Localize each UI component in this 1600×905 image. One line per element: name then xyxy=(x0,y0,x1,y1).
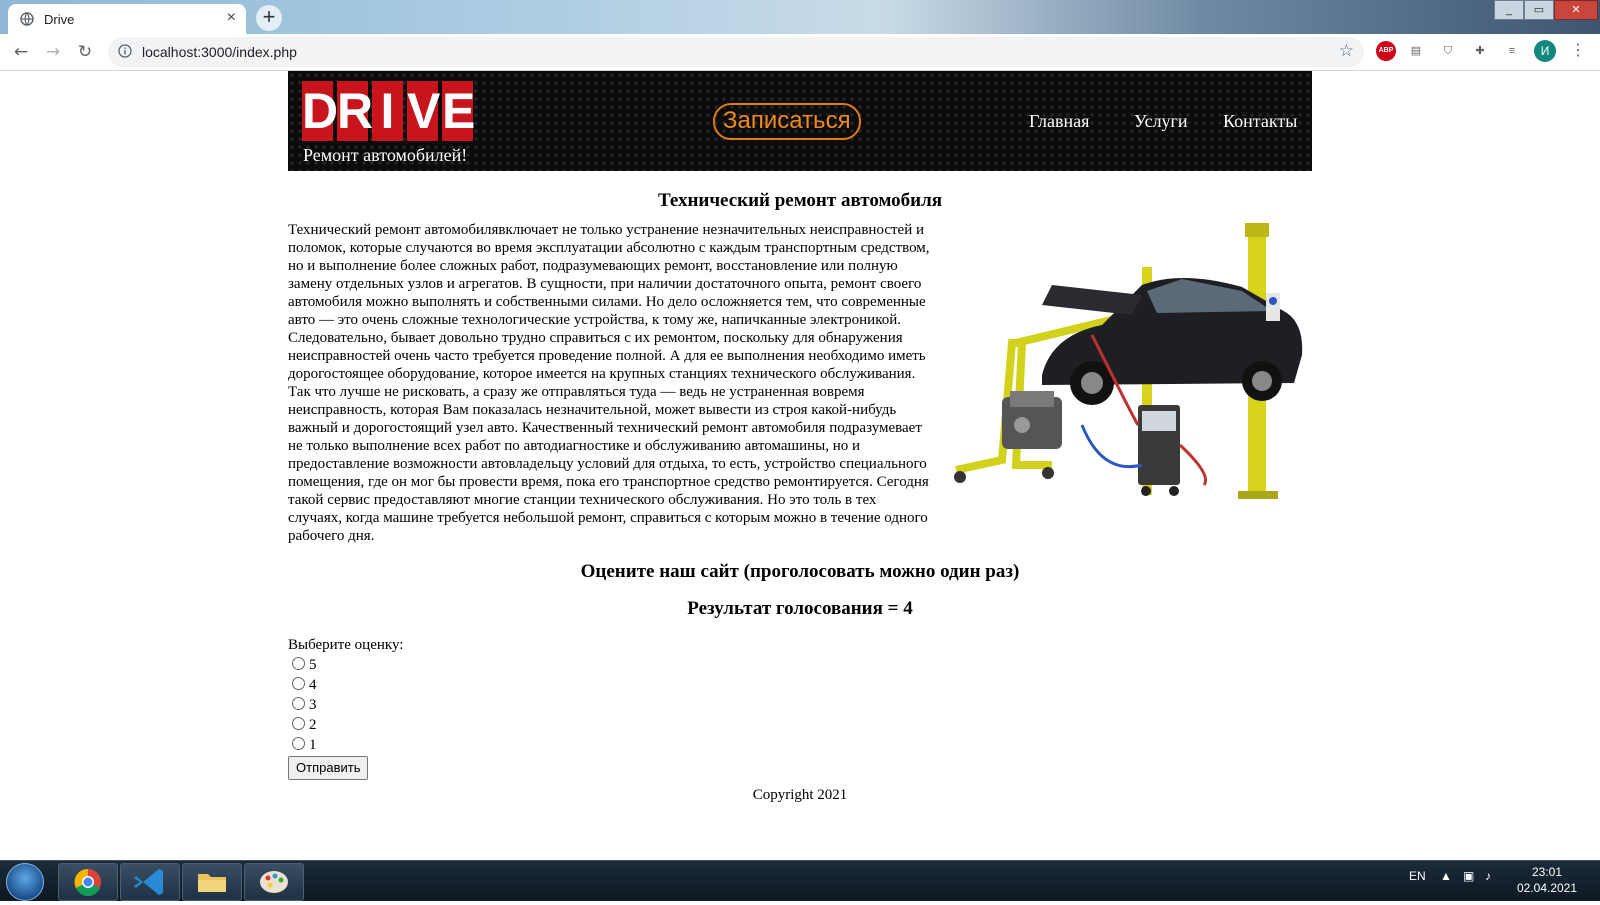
adblock-extension-icon[interactable]: ABP xyxy=(1376,41,1396,61)
rating-option-label: 5 xyxy=(309,657,317,673)
puzzle-extensions-icon[interactable]: ✚ xyxy=(1470,41,1490,61)
vote-result: Результат голосования = 4 xyxy=(687,598,913,619)
volume-icon[interactable]: ♪ xyxy=(1485,869,1491,883)
vscode-icon xyxy=(134,869,163,895)
rating-option: 1 xyxy=(288,735,1312,755)
reading-list-icon[interactable]: ≡ xyxy=(1502,41,1522,61)
folder-icon xyxy=(198,874,226,892)
rating-option: 2 xyxy=(288,715,1312,735)
language-indicator[interactable]: EN xyxy=(1409,869,1426,883)
rating-option: 5 xyxy=(288,655,1312,675)
page-container: DR I VE Ремонт автомобилей! Записаться Гла… xyxy=(288,71,1312,804)
more-menu-icon[interactable]: ⋮ xyxy=(1568,41,1588,61)
back-arrow-icon[interactable]: ← xyxy=(10,41,32,63)
rating-radio[interactable] xyxy=(292,717,305,730)
article-text: Технический ремонт автомобилявключает не… xyxy=(288,222,930,544)
os-taskbar: EN ▲ ▣ ♪ 23:01 02.04.2021 xyxy=(0,860,1600,901)
close-window-button[interactable]: ✕ xyxy=(1554,0,1598,20)
paint-taskbar-icon[interactable] xyxy=(244,863,304,901)
submit-vote-button[interactable]: Отправить xyxy=(288,756,369,780)
tab-title: Drive xyxy=(44,12,75,27)
browser-tab[interactable]: Drive × xyxy=(8,4,246,34)
logo-letter: V xyxy=(407,81,441,141)
footer-copyright: Copyright 2021 xyxy=(752,787,848,803)
rating-radio[interactable] xyxy=(292,657,305,670)
tray-expand-icon[interactable]: ▲ xyxy=(1440,869,1452,883)
network-icon[interactable]: ▣ xyxy=(1463,869,1474,883)
car-repair-image xyxy=(954,223,1303,499)
rating-option: 3 xyxy=(288,695,1312,715)
clock-time: 23:01 xyxy=(1531,865,1563,879)
nav-link-contacts[interactable]: Контакты xyxy=(1223,111,1297,132)
site-logo[interactable]: DR I VE xyxy=(302,81,477,141)
logo-letter: E xyxy=(442,81,476,141)
page-title: Технический ремонт автомобиля xyxy=(657,190,943,211)
nav-link-services[interactable]: Услуги xyxy=(1134,111,1188,132)
chrome-taskbar-icon[interactable] xyxy=(58,863,118,901)
rating-option: 4 xyxy=(288,675,1312,695)
reload-icon[interactable]: ↻ xyxy=(74,41,96,63)
signup-button[interactable]: Записаться xyxy=(713,103,861,140)
vote-form: Выберите оценку: 5 4 3 2 1 Отправить xyxy=(288,635,1312,780)
info-icon[interactable] xyxy=(118,44,132,58)
article: Технический ремонт автомобилявключает не… xyxy=(288,221,1312,545)
rating-option-label: 4 xyxy=(309,677,317,693)
globe-icon xyxy=(20,12,34,26)
start-button[interactable] xyxy=(6,863,44,901)
pdf-extension-icon[interactable]: ▤ xyxy=(1406,41,1426,61)
url-text[interactable]: localhost:3000/index.php xyxy=(142,44,297,60)
system-clock[interactable]: 23:01 02.04.2021 xyxy=(1512,864,1582,896)
nav-link-home[interactable]: Главная xyxy=(1029,111,1089,132)
vote-title: Оцените наш сайт (проголосовать можно од… xyxy=(580,561,1020,582)
logo-letter: D xyxy=(302,81,339,141)
tab-close-icon[interactable]: × xyxy=(227,9,236,27)
shield-extension-icon[interactable]: ⛉ xyxy=(1438,41,1458,61)
site-slogan: Ремонт автомобилей! xyxy=(303,145,468,165)
new-tab-button[interactable]: + xyxy=(256,5,282,31)
rating-option-label: 3 xyxy=(309,697,317,713)
browser-tab-strip: Drive × + _ ▭ ✕ xyxy=(0,0,1600,34)
bookmark-star-icon[interactable]: ☆ xyxy=(1339,41,1354,61)
address-bar[interactable]: localhost:3000/index.php ☆ xyxy=(108,37,1364,67)
browser-toolbar: ← → ↻ localhost:3000/index.php ☆ xyxy=(0,34,1600,71)
maximize-window-button[interactable]: ▭ xyxy=(1524,0,1554,20)
paint-palette-icon xyxy=(260,871,288,893)
profile-avatar[interactable]: И xyxy=(1534,40,1556,62)
rating-radio[interactable] xyxy=(292,697,305,710)
site-header: DR I VE Ремонт автомобилей! Записаться Гла… xyxy=(288,71,1312,171)
rating-radio[interactable] xyxy=(292,677,305,690)
rating-option-label: 2 xyxy=(309,717,317,733)
vote-prompt: Выберите оценку: xyxy=(288,637,404,653)
explorer-taskbar-icon[interactable] xyxy=(182,863,242,901)
minimize-window-button[interactable]: _ xyxy=(1494,0,1524,20)
chrome-icon xyxy=(74,868,101,896)
forward-arrow-icon[interactable]: → xyxy=(42,41,64,63)
logo-letter: R xyxy=(337,81,374,141)
rating-radio[interactable] xyxy=(292,737,305,750)
vscode-taskbar-icon[interactable] xyxy=(120,863,180,901)
clock-date: 02.04.2021 xyxy=(1516,881,1578,895)
logo-letter: I xyxy=(372,81,403,141)
rating-option-label: 1 xyxy=(309,737,317,753)
